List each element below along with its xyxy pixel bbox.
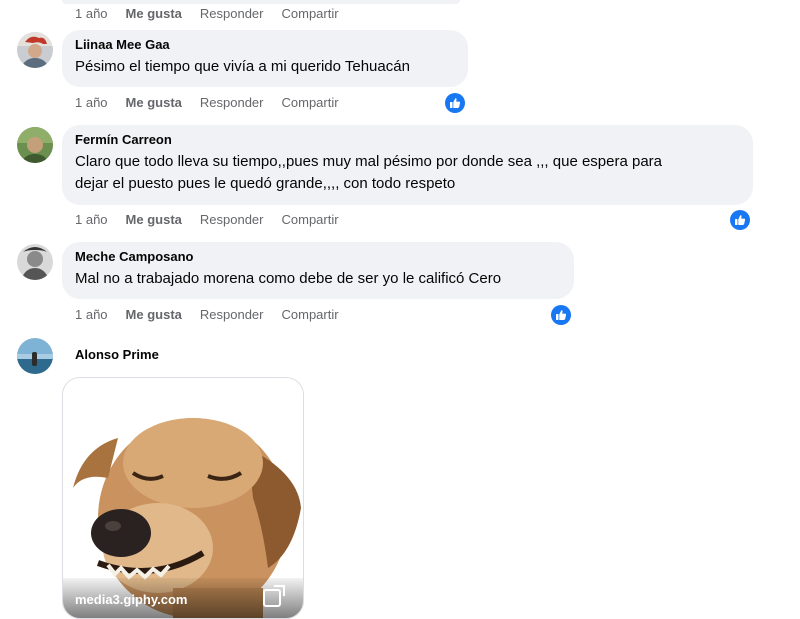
share-button[interactable]: Compartir <box>282 95 339 110</box>
avatar[interactable] <box>17 127 53 163</box>
like-button[interactable]: Me gusta <box>126 212 182 227</box>
share-button[interactable]: Compartir <box>282 307 339 322</box>
share-icon[interactable] <box>261 583 287 609</box>
reply-button[interactable]: Responder <box>200 95 264 110</box>
avatar-image <box>17 338 53 374</box>
like-button[interactable]: Me gusta <box>126 6 182 21</box>
thumbs-up-icon <box>556 310 567 320</box>
reply-button[interactable]: Responder <box>200 307 264 322</box>
like-button[interactable]: Me gusta <box>126 95 182 110</box>
share-button[interactable]: Compartir <box>282 6 339 21</box>
like-icon[interactable] <box>551 305 571 325</box>
avatar-image <box>17 244 53 280</box>
comment-bubble: Meche Camposano Mal no a trabajado moren… <box>62 242 574 299</box>
comment-time[interactable]: 1 año <box>75 95 108 110</box>
comment-author[interactable]: Fermín Carreon <box>75 132 741 147</box>
comment-time[interactable]: 1 año <box>75 307 108 322</box>
comment-actions: 1 año Me gusta Responder Compartir <box>75 307 357 322</box>
share-button[interactable]: Compartir <box>282 212 339 227</box>
comment-bubble: Liinaa Mee Gaa Pésimo el tiempo que viví… <box>62 30 468 87</box>
comment-text-line: Claro que todo lleva su tiempo,,pues muy… <box>75 153 663 170</box>
reply-button[interactable]: Responder <box>200 6 264 21</box>
avatar-image <box>17 32 53 68</box>
reply-button[interactable]: Responder <box>200 212 264 227</box>
comment-time[interactable]: 1 año <box>75 6 108 21</box>
previous-comment-actions: 1 año Me gusta Responder Compartir <box>75 6 357 21</box>
avatar[interactable] <box>17 338 53 374</box>
thumbs-up-icon <box>450 98 461 108</box>
comment-author[interactable]: Meche Camposano <box>75 249 562 264</box>
like-icon[interactable] <box>445 93 465 113</box>
avatar[interactable] <box>17 244 53 280</box>
comment-author[interactable]: Liinaa Mee Gaa <box>75 37 456 52</box>
avatar-image <box>17 127 53 163</box>
comment-text-line: dejar el puesto pues le quedó grande,,,,… <box>75 175 456 192</box>
comment-author[interactable]: Alonso Prime <box>75 347 159 362</box>
gif-attachment[interactable]: media3.giphy.com <box>62 377 304 619</box>
comment-bubble: Fermín Carreon Claro que todo lleva su t… <box>62 125 753 205</box>
previous-comment-bubble <box>62 0 460 4</box>
comment-time[interactable]: 1 año <box>75 212 108 227</box>
comment-text: Mal no a trabajado morena como debe de s… <box>75 270 502 287</box>
avatar[interactable] <box>17 32 53 68</box>
like-icon[interactable] <box>730 210 750 230</box>
comment-actions: 1 año Me gusta Responder Compartir <box>75 212 357 227</box>
comment-actions: 1 año Me gusta Responder Compartir <box>75 95 357 110</box>
like-button[interactable]: Me gusta <box>126 307 182 322</box>
thumbs-up-icon <box>735 215 746 225</box>
comment-text: Pésimo el tiempo que vivía a mi querido … <box>75 58 410 75</box>
